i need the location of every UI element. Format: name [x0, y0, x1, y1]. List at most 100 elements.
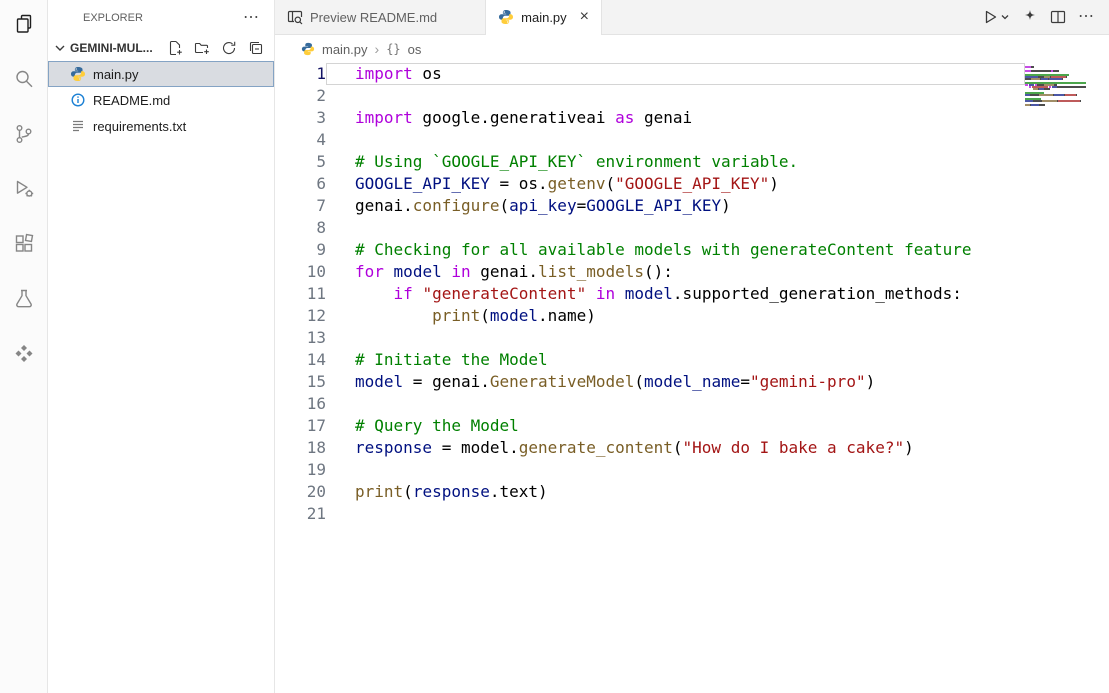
line-content[interactable]	[326, 85, 1025, 107]
minimap-token	[1031, 78, 1040, 80]
file-row-main-py[interactable]: main.py	[48, 61, 274, 87]
run-debug-icon[interactable]	[12, 177, 36, 201]
code-line-4[interactable]: 4	[275, 129, 1025, 151]
source-control-icon[interactable]	[12, 122, 36, 146]
files-icon[interactable]	[12, 12, 36, 36]
code-line-12[interactable]: 12 print(model.name)	[275, 305, 1025, 327]
line-content[interactable]	[326, 459, 1025, 481]
file-row-requirements-txt[interactable]: requirements.txt	[48, 113, 274, 139]
code-line-21[interactable]: 21	[275, 503, 1025, 525]
code-line-9[interactable]: 9# Checking for all available models wit…	[275, 239, 1025, 261]
collapse-folders-icon[interactable]	[248, 40, 264, 56]
code-editor[interactable]: 1import os23import google.generativeai a…	[275, 63, 1109, 693]
split-editor-icon[interactable]	[1050, 9, 1066, 25]
line-content[interactable]: GOOGLE_API_KEY = os.getenv("GOOGLE_API_K…	[326, 173, 1025, 195]
code-line-2[interactable]: 2	[275, 85, 1025, 107]
code-line-16[interactable]: 16	[275, 393, 1025, 415]
line-number[interactable]: 11	[275, 283, 326, 305]
line-content[interactable]	[326, 327, 1025, 349]
testing-icon[interactable]	[12, 287, 36, 311]
line-content[interactable]	[326, 503, 1025, 525]
line-content[interactable]: for model in genai.list_models():	[326, 261, 1025, 283]
tab-preview-readme[interactable]: Preview README.md	[275, 0, 486, 34]
code-line-10[interactable]: 10for model in genai.list_models():	[275, 261, 1025, 283]
line-number[interactable]: 18	[275, 437, 326, 459]
code-line-13[interactable]: 13	[275, 327, 1025, 349]
line-number[interactable]: 9	[275, 239, 326, 261]
code-line-5[interactable]: 5# Using `GOOGLE_API_KEY` environment va…	[275, 151, 1025, 173]
line-content[interactable]: genai.configure(api_key=GOOGLE_API_KEY)	[326, 195, 1025, 217]
line-number[interactable]: 15	[275, 371, 326, 393]
code-line-6[interactable]: 6GOOGLE_API_KEY = os.getenv("GOOGLE_API_…	[275, 173, 1025, 195]
line-number[interactable]: 14	[275, 349, 326, 371]
code-line-7[interactable]: 7genai.configure(api_key=GOOGLE_API_KEY)	[275, 195, 1025, 217]
blocks-icon[interactable]	[12, 342, 36, 366]
line-content[interactable]: if "generateContent" in model.supported_…	[326, 283, 1025, 305]
line-content[interactable]	[326, 217, 1025, 239]
tab-main-py[interactable]: main.py ×	[486, 0, 602, 34]
code-line-17[interactable]: 17# Query the Model	[275, 415, 1025, 437]
line-number[interactable]: 3	[275, 107, 326, 129]
editor-more-actions-icon[interactable]: ⋯	[1078, 9, 1095, 25]
close-tab-icon[interactable]: ×	[580, 9, 589, 25]
run-python-file-icon[interactable]	[982, 9, 998, 25]
line-content[interactable]: # Initiate the Model	[326, 349, 1025, 371]
line-number[interactable]: 10	[275, 261, 326, 283]
token-var: response	[355, 438, 432, 457]
new-folder-icon[interactable]	[194, 40, 210, 56]
minimap-token	[1025, 88, 1033, 90]
token-fn: list_models	[538, 262, 644, 281]
code-lines[interactable]: 1import os23import google.generativeai a…	[275, 63, 1025, 693]
token-def: genai	[634, 108, 692, 127]
line-content[interactable]: # Query the Model	[326, 415, 1025, 437]
line-number[interactable]: 20	[275, 481, 326, 503]
line-number[interactable]: 6	[275, 173, 326, 195]
code-line-19[interactable]: 19	[275, 459, 1025, 481]
line-content[interactable]: # Using `GOOGLE_API_KEY` environment var…	[326, 151, 1025, 173]
line-number[interactable]: 8	[275, 217, 326, 239]
sparkle-icon[interactable]	[1022, 9, 1038, 25]
code-line-1[interactable]: 1import os	[275, 63, 1025, 85]
line-number[interactable]: 16	[275, 393, 326, 415]
code-line-3[interactable]: 3import google.generativeai as genai	[275, 107, 1025, 129]
line-number[interactable]: 4	[275, 129, 326, 151]
breadcrumb-file[interactable]: main.py	[322, 42, 368, 57]
token-var: model	[394, 262, 442, 281]
code-line-18[interactable]: 18response = model.generate_content("How…	[275, 437, 1025, 459]
line-number[interactable]: 21	[275, 503, 326, 525]
line-content[interactable]: response = model.generate_content("How d…	[326, 437, 1025, 459]
line-content[interactable]: model = genai.GenerativeModel(model_name…	[326, 371, 1025, 393]
breadcrumb-symbol[interactable]: os	[408, 42, 422, 57]
line-content[interactable]	[326, 393, 1025, 415]
code-line-20[interactable]: 20print(response.text)	[275, 481, 1025, 503]
code-line-15[interactable]: 15model = genai.GenerativeModel(model_na…	[275, 371, 1025, 393]
code-line-14[interactable]: 14# Initiate the Model	[275, 349, 1025, 371]
line-number[interactable]: 5	[275, 151, 326, 173]
code-line-11[interactable]: 11 if "generateContent" in model.support…	[275, 283, 1025, 305]
vertical-scrollbar[interactable]	[1095, 63, 1109, 693]
run-dropdown-chevron-icon[interactable]	[1000, 12, 1010, 22]
line-number[interactable]: 12	[275, 305, 326, 327]
line-number[interactable]: 13	[275, 327, 326, 349]
explorer-more-actions-icon[interactable]: ⋯	[243, 10, 260, 26]
line-content[interactable]	[326, 129, 1025, 151]
code-line-8[interactable]: 8	[275, 217, 1025, 239]
refresh-explorer-icon[interactable]	[221, 40, 237, 56]
line-content[interactable]: print(response.text)	[326, 481, 1025, 503]
line-content[interactable]: import os	[326, 63, 1025, 85]
minimap[interactable]	[1025, 66, 1095, 108]
line-content[interactable]: import google.generativeai as genai	[326, 107, 1025, 129]
line-number[interactable]: 19	[275, 459, 326, 481]
new-file-icon[interactable]	[167, 40, 183, 56]
file-row-readme-md[interactable]: README.md	[48, 87, 274, 113]
line-content[interactable]: # Checking for all available models with…	[326, 239, 1025, 261]
line-number[interactable]: 17	[275, 415, 326, 437]
explorer-section-header[interactable]: GEMINI-MUL...	[48, 35, 274, 61]
line-number[interactable]: 2	[275, 85, 326, 107]
line-content[interactable]: print(model.name)	[326, 305, 1025, 327]
line-number[interactable]: 1	[275, 63, 326, 85]
search-icon[interactable]	[12, 67, 36, 91]
chevron-down-icon	[52, 40, 68, 56]
extensions-icon[interactable]	[12, 232, 36, 256]
line-number[interactable]: 7	[275, 195, 326, 217]
